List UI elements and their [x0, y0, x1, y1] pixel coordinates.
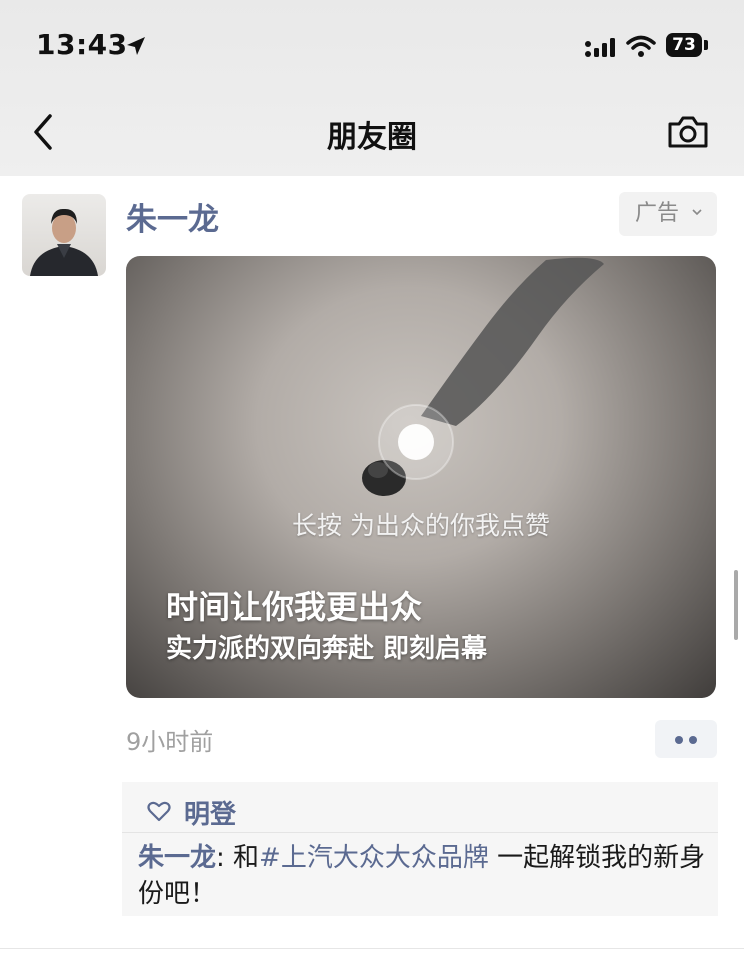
ad-headline: 时间让你我更出众 [166, 588, 423, 626]
comment-hashtag[interactable]: #上汽大众大众品牌 [259, 843, 489, 873]
divider [122, 832, 718, 833]
divider [0, 948, 744, 949]
signal-icon [585, 38, 615, 57]
more-dots-icon [675, 736, 683, 744]
ad-label: 广告 [635, 201, 680, 226]
ad-video[interactable]: 长按 为出众的你我点赞 时间让你我更出众 实力派的双向奔赴 即刻启幕 [126, 256, 716, 698]
ad-subline: 实力派的双向奔赴 即刻启幕 [166, 634, 488, 664]
avatar[interactable] [22, 194, 106, 276]
like-user[interactable]: 明登 [184, 794, 236, 831]
location-arrow-icon [127, 37, 145, 55]
chevron-down-icon [692, 209, 702, 216]
battery-indicator: 73 [666, 33, 702, 57]
scrollbar[interactable] [734, 570, 738, 640]
camera-icon[interactable] [664, 112, 712, 152]
post-author[interactable]: 朱一龙 [126, 194, 219, 239]
likes-comments-panel: 明登 朱一龙: 和#上汽大众大众品牌 一起解锁我的新身份吧！ [122, 782, 718, 916]
comment-sep: : 和 [216, 843, 260, 873]
page-title: 朋友圈 [327, 120, 417, 155]
ad-tag[interactable]: 广告 [619, 192, 717, 236]
wifi-icon [626, 35, 656, 57]
top-header: 13:43 73 朋友圈 [0, 0, 744, 176]
more-dots-icon [689, 736, 697, 744]
heart-icon [147, 801, 171, 822]
post-time: 9小时前 [126, 728, 214, 756]
battery-cap [704, 40, 708, 50]
avatar-portrait [30, 208, 98, 276]
more-actions-button[interactable] [655, 720, 717, 758]
comment-author[interactable]: 朱一龙 [138, 843, 216, 873]
comment-item[interactable]: 朱一龙: 和#上汽大众大众品牌 一起解锁我的新身份吧！ [138, 840, 708, 912]
status-time: 13:43 [36, 28, 128, 61]
long-press-hint: 长按 为出众的你我点赞 [292, 511, 550, 540]
